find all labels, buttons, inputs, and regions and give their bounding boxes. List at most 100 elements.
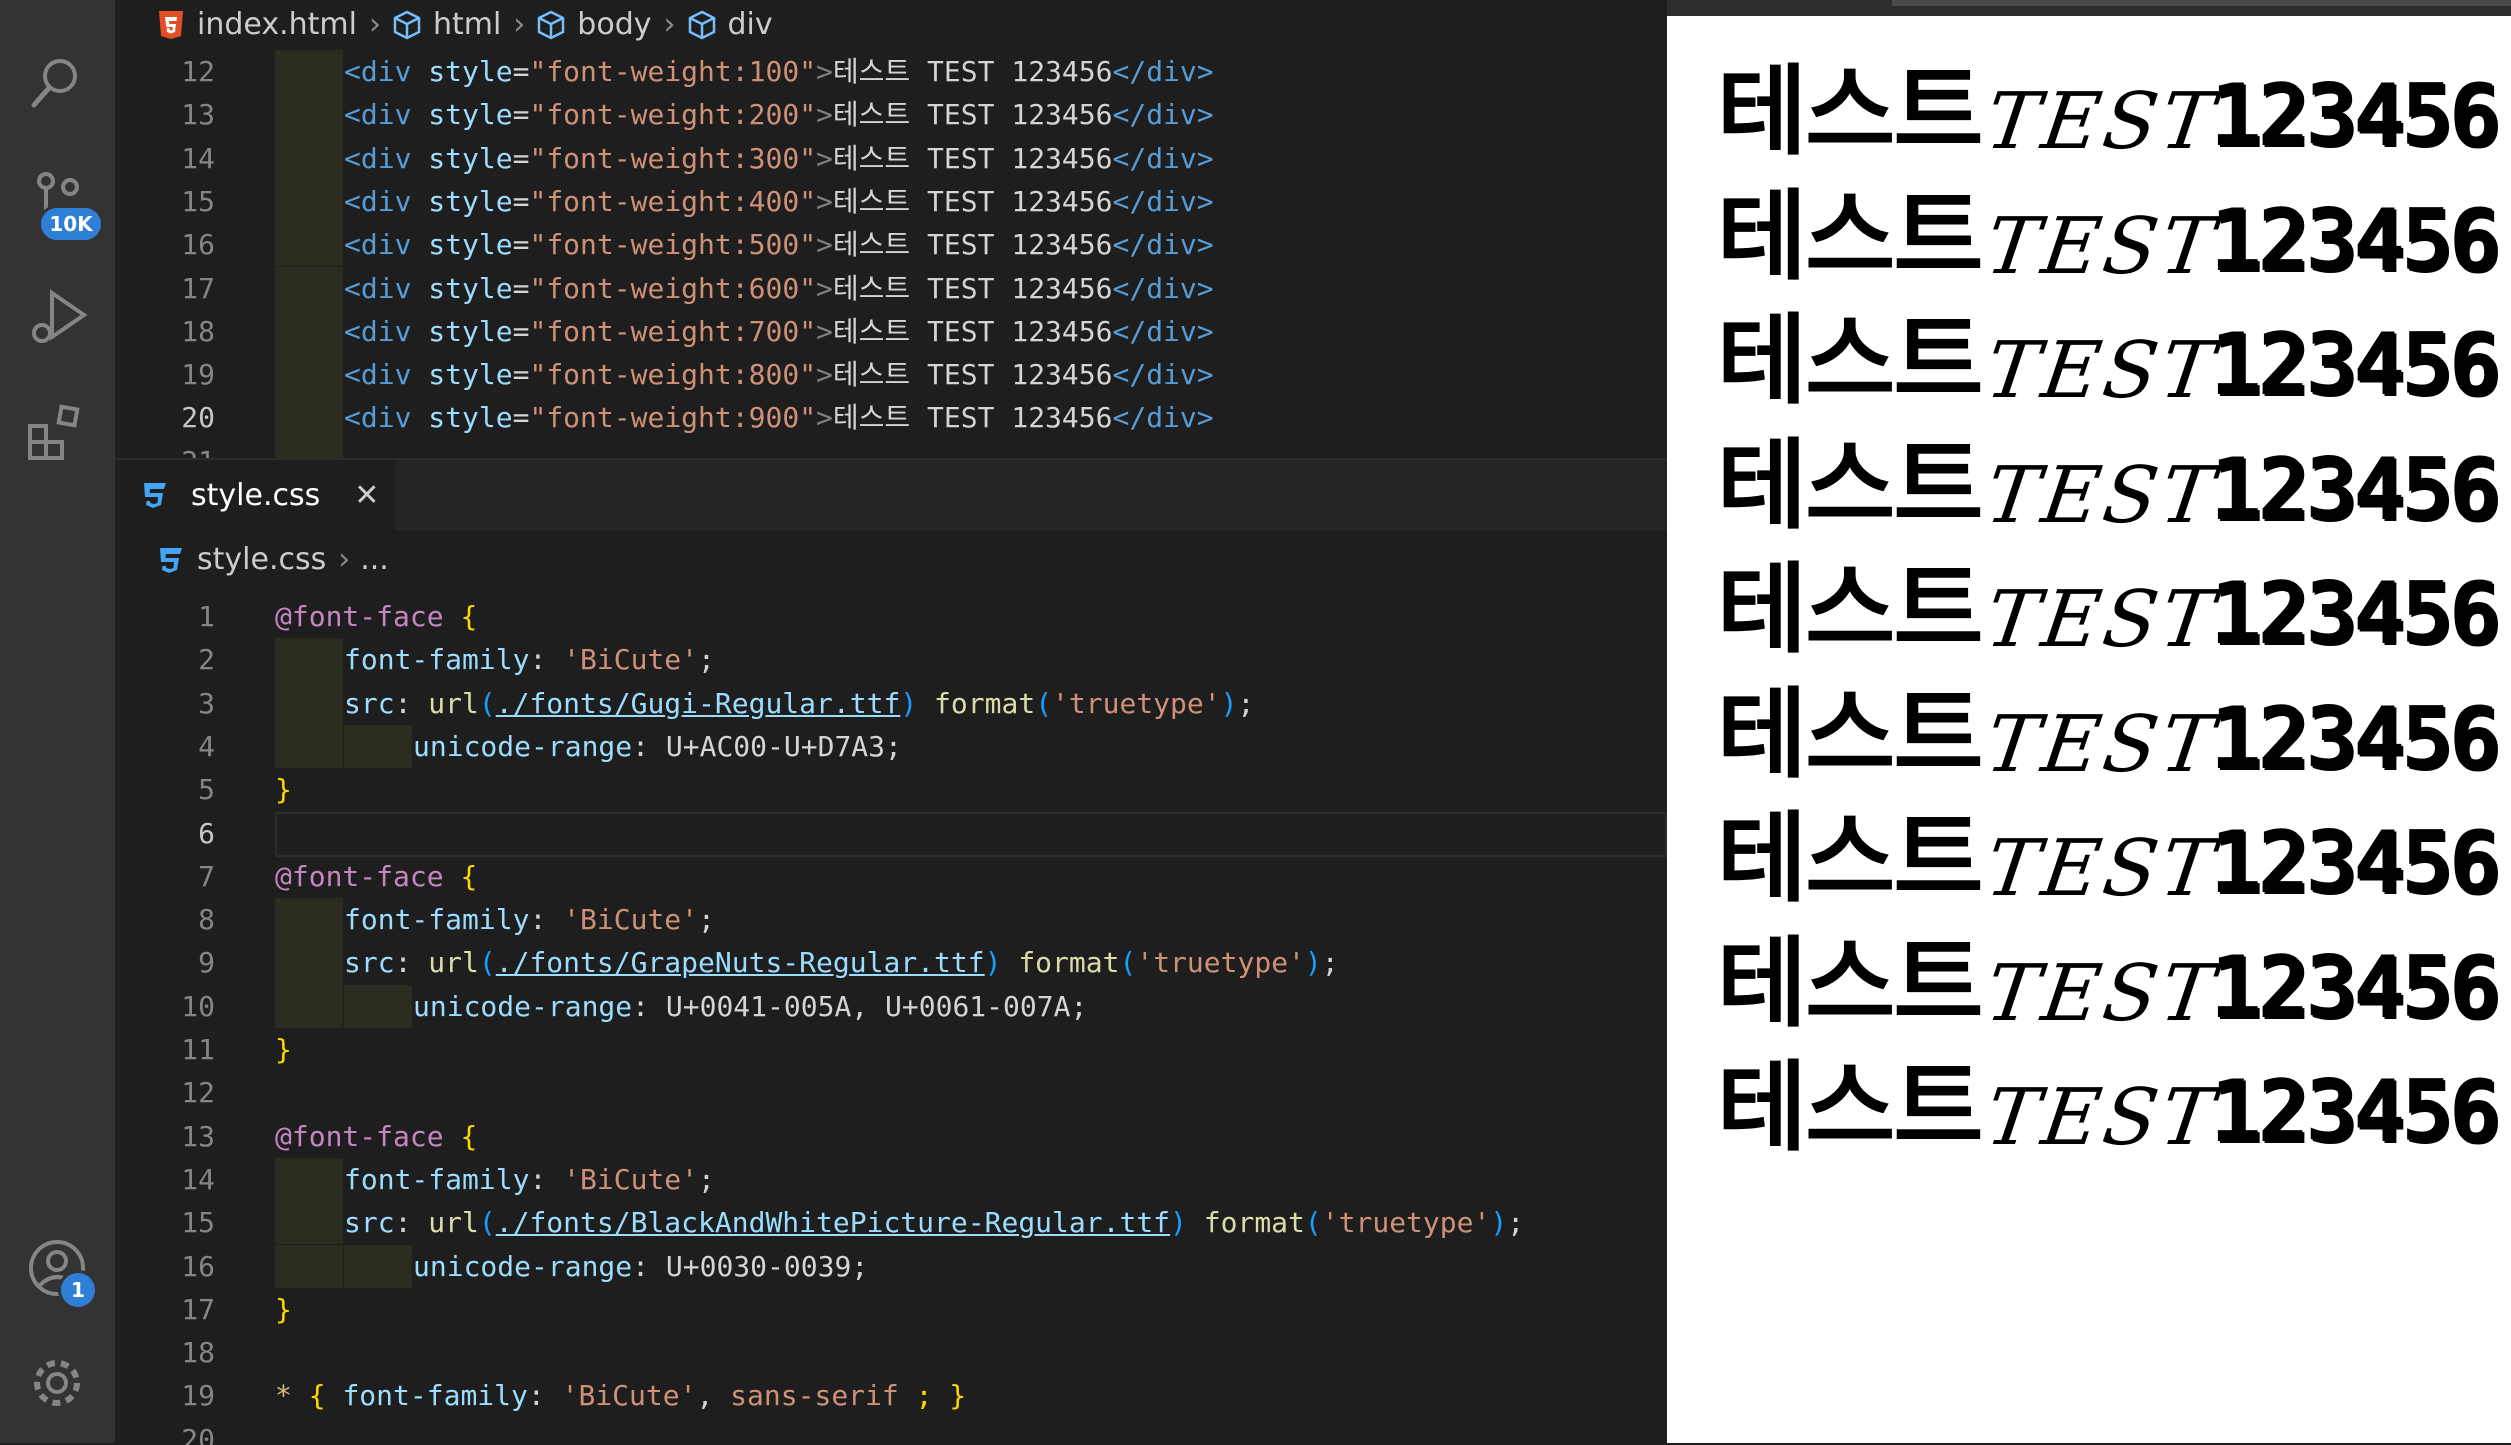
tag-close: </div> xyxy=(1112,184,1214,218)
breadcrumb-file[interactable]: index.html xyxy=(155,0,357,50)
property: src xyxy=(344,686,395,720)
code-line[interactable]: 7 @font-face { xyxy=(115,855,1667,898)
div-text: 테스트 TEST 123456 xyxy=(832,401,1113,435)
code-line[interactable]: 8 font-family: 'BiCute'; xyxy=(115,898,1667,942)
code-line[interactable]: 18 <div style="font-weight:700">테스트 TEST … xyxy=(115,309,1667,354)
tag-open: <div xyxy=(344,401,412,435)
code-text: <div style="font-weight:200">테스트 TEST 12… xyxy=(344,93,1214,136)
scrollbar[interactable] xyxy=(1892,0,2511,6)
code-line[interactable]: 11} xyxy=(115,1028,1667,1071)
property: font-family xyxy=(344,1162,530,1196)
close-brace: } xyxy=(275,1033,292,1066)
line-number: 12 xyxy=(181,1076,215,1110)
code-line[interactable]: 14 <div style="font-weight:300">테스트 TEST … xyxy=(115,136,1667,180)
line-number: 10 xyxy=(181,989,215,1023)
tag-close: </div> xyxy=(1112,358,1214,392)
equals: = xyxy=(512,141,530,175)
quote: " xyxy=(529,314,547,348)
line-number: 13 xyxy=(181,1119,215,1153)
property: src xyxy=(344,946,395,980)
indent-guide xyxy=(275,681,343,725)
code-line[interactable]: 10 unicode-range: U+0041-005A, U+0061-007… xyxy=(115,984,1667,1028)
preview-latin: TEST xyxy=(1980,948,2224,1039)
code-line[interactable]: 5} xyxy=(115,768,1667,811)
code-line[interactable]: 2 font-family: 'BiCute'; xyxy=(115,638,1667,682)
html-editor[interactable]: index.html › html › body › div 12 <div st… xyxy=(115,0,1667,458)
line-number: 15 xyxy=(181,184,215,218)
scm-badge: 10K xyxy=(38,205,104,243)
line-number: 19 xyxy=(181,358,215,392)
run-debug-icon[interactable] xyxy=(24,285,90,351)
line-number: 17 xyxy=(181,271,215,305)
quote: " xyxy=(799,314,817,348)
code-line[interactable]: 4 unicode-range: U+AC00-U+D7A3; xyxy=(115,724,1667,769)
colon: : xyxy=(527,1379,545,1413)
breadcrumb-html[interactable]: html xyxy=(391,0,501,50)
tag-gt: > xyxy=(816,314,833,348)
tag-open: <div xyxy=(344,55,412,88)
preview-hangul: 테스트 xyxy=(1717,802,1983,916)
equals: = xyxy=(512,98,530,132)
gear-icon[interactable] xyxy=(24,1350,90,1416)
property: font-family xyxy=(344,643,530,677)
code-line[interactable]: 19 <div style="font-weight:800">테스트 TEST … xyxy=(115,353,1667,397)
code-line[interactable]: 15 src: url(./fonts/BlackAndWhitePicture-… xyxy=(115,1201,1667,1245)
close-brace: ; } xyxy=(898,1379,967,1413)
code-line[interactable]: 18 xyxy=(115,1331,1667,1374)
indent-guide xyxy=(275,898,343,942)
indent-guide xyxy=(275,439,343,458)
code-line[interactable]: 12 xyxy=(115,1071,1667,1114)
tag-gt: > xyxy=(816,141,833,175)
preview-digits: 123456 xyxy=(2210,315,2501,415)
paren: ) xyxy=(1304,946,1322,980)
breadcrumb-file[interactable]: style.css xyxy=(155,535,326,585)
colon: : xyxy=(529,643,547,677)
line-number: 11 xyxy=(181,1033,215,1066)
code-line[interactable]: 12 <div style="font-weight:100">테스트 TEST … xyxy=(115,50,1667,94)
code-line[interactable]: 21 xyxy=(115,439,1667,458)
preview-row: 테스트 TEST 123456 xyxy=(1717,62,2501,172)
preview-digits: 123456 xyxy=(2210,66,2501,166)
code-line[interactable]: 14 font-family: 'BiCute'; xyxy=(115,1157,1667,1202)
extensions-icon[interactable] xyxy=(24,400,90,466)
paren: ) xyxy=(900,686,918,720)
colon: : xyxy=(394,1206,412,1240)
preview-hangul: 테스트 xyxy=(1717,304,1983,418)
breadcrumb-body[interactable]: body xyxy=(535,0,652,50)
code-line[interactable]: 9 src: url(./fonts/GrapeNuts-Regular.ttf)… xyxy=(115,941,1667,985)
code-line[interactable]: 15 <div style="font-weight:400">테스트 TEST … xyxy=(115,179,1667,224)
breadcrumb-rest[interactable]: ... xyxy=(360,535,389,585)
code-line[interactable]: 3 src: url(./fonts/Gugi-Regular.ttf) form… xyxy=(115,681,1667,725)
paren: ( xyxy=(1035,686,1053,720)
quote: " xyxy=(799,401,817,435)
code-line[interactable]: 17} xyxy=(115,1288,1667,1331)
code-line[interactable]: 13 <div style="font-weight:200">테스트 TEST … xyxy=(115,93,1667,137)
code-line[interactable]: 17 <div style="font-weight:600">테스트 TEST … xyxy=(115,266,1667,310)
css-editor[interactable]: style.css ✕ style.css › ... 1 @font-face … xyxy=(115,458,1667,1445)
code-line[interactable]: 20 xyxy=(115,1418,1667,1445)
tab-style-css[interactable]: style.css ✕ xyxy=(115,460,395,530)
code-line[interactable]: 20 <div style="font-weight:900">테스트 TEST … xyxy=(115,396,1667,440)
value: 'truetype' xyxy=(1321,1206,1491,1240)
attr-name: style xyxy=(428,141,513,175)
line-number: 21 xyxy=(115,440,215,458)
search-icon[interactable] xyxy=(24,50,90,116)
code-line[interactable]: 16 unicode-range: U+0030-0039; xyxy=(115,1244,1667,1288)
cube-icon xyxy=(688,10,715,40)
code-text: font-family: 'BiCute'; xyxy=(344,898,715,941)
css3-icon xyxy=(144,483,166,508)
preview-hangul: 테스트 xyxy=(1717,179,1983,294)
code-line[interactable]: 13 @font-face { xyxy=(115,1115,1667,1158)
quote: " xyxy=(799,228,817,262)
code-text: * { font-family: 'BiCute', sans-serif ; … xyxy=(275,1374,966,1417)
tag-open: <div xyxy=(344,358,412,392)
attr-name: style xyxy=(428,401,513,435)
preview-latin: TEST xyxy=(1980,575,2224,665)
breadcrumb-div[interactable]: div xyxy=(686,0,773,50)
code-line[interactable]: 6 xyxy=(115,811,1667,857)
code-line[interactable]: 1 @font-face { xyxy=(115,595,1667,638)
code-line[interactable]: 16 <div style="font-weight:500">테스트 TEST … xyxy=(115,223,1667,267)
code-line[interactable]: 19 * { font-family: 'BiCute', sans-serif … xyxy=(115,1374,1667,1417)
close-icon[interactable]: ✕ xyxy=(354,478,379,513)
code-text: src: url(./fonts/Gugi-Regular.ttf) forma… xyxy=(344,682,1254,725)
